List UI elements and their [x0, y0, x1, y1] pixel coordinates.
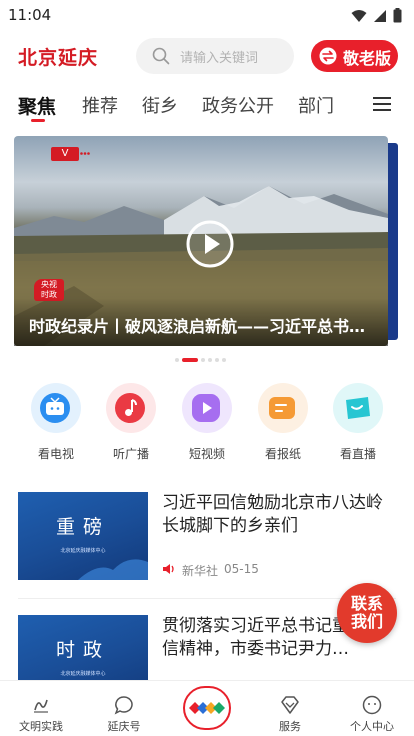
- category-tabs: 聚焦 推荐 街乡 政务公开 部门: [0, 86, 414, 126]
- news-thumbnail-title: 时政: [55, 639, 110, 661]
- pager-dot: [222, 358, 226, 362]
- quick-link-tv-label: 看电视: [37, 447, 74, 461]
- search-placeholder: 请输入关键词: [180, 51, 259, 66]
- diamond-service-icon: [281, 696, 299, 714]
- news-thumbnail-title: 重磅: [55, 516, 110, 538]
- pager-dot: [175, 358, 179, 362]
- speaker-icon[interactable]: [162, 563, 176, 575]
- active-tab-indicator: [31, 119, 45, 122]
- quick-link-newspaper[interactable]: 看报纸: [255, 383, 311, 463]
- tab-focus[interactable]: 聚焦: [18, 92, 56, 119]
- app-header: 北京延庆 请输入关键词 敬老版: [0, 36, 414, 76]
- user-center-icon: [362, 695, 382, 715]
- nav-yanqing-hao[interactable]: 延庆号: [89, 681, 159, 736]
- quick-link-tv[interactable]: 看电视: [28, 383, 84, 463]
- app-logo: 北京延庆: [18, 47, 99, 69]
- newspaper-icon: [269, 397, 295, 419]
- quick-link-short-video[interactable]: 短视频: [179, 383, 235, 463]
- signal-icon: [374, 9, 386, 22]
- quick-link-live-label: 看直播: [339, 447, 376, 461]
- badge-dots-icon: [80, 152, 90, 155]
- source-mark-badge: V: [51, 147, 79, 161]
- contact-us-line1: 联系: [350, 594, 383, 613]
- tab-government[interactable]: 政务公开: [202, 92, 274, 118]
- nav-yanqing-hao-label: 延庆号: [107, 720, 141, 733]
- pager-dot: [215, 358, 219, 362]
- menu-icon[interactable]: [373, 97, 391, 111]
- play-icon[interactable]: [185, 219, 235, 269]
- news-date: 05-15: [224, 562, 259, 576]
- status-icons: [351, 8, 402, 23]
- quick-link-radio-label: 听广播: [112, 447, 149, 461]
- quick-link-live[interactable]: 看直播: [330, 383, 386, 463]
- pager-dot: [201, 358, 205, 362]
- quick-link-short-video-label: 短视频: [188, 447, 225, 461]
- elder-mode-label: 敬老版: [343, 49, 392, 68]
- news-thumbnail-sub: 北京延庆融媒体中心: [60, 671, 106, 677]
- elder-mode-button[interactable]: 敬老版: [311, 40, 398, 72]
- nav-civilization-label: 文明实践: [19, 720, 63, 733]
- contact-us-button[interactable]: 联系 我们: [337, 583, 397, 643]
- contact-us-line2: 我们: [350, 612, 383, 631]
- swap-arrows-icon: [319, 47, 337, 65]
- pager-dot-active: [182, 358, 198, 362]
- tab-streets[interactable]: 街乡: [142, 92, 178, 118]
- nav-user-center-label: 个人中心: [350, 720, 394, 733]
- news-thumbnail[interactable]: 重磅 北京延庆融媒体中心: [18, 492, 148, 580]
- wifi-icon: [351, 9, 367, 22]
- quick-link-newspaper-label: 看报纸: [264, 447, 301, 461]
- search-bar[interactable]: 请输入关键词: [136, 38, 294, 74]
- tab-recommend[interactable]: 推荐: [82, 92, 118, 118]
- tab-departments[interactable]: 部门: [298, 92, 334, 118]
- quick-link-radio[interactable]: 听广播: [103, 383, 159, 463]
- radio-icon: [115, 393, 145, 423]
- chat-bubble-icon: [114, 696, 133, 715]
- nav-user-center[interactable]: 个人中心: [337, 681, 407, 736]
- nav-home[interactable]: [183, 686, 231, 730]
- status-bar: 11:04: [0, 0, 414, 32]
- search-icon: [152, 47, 170, 65]
- carousel-pager: [175, 358, 226, 362]
- banner-title[interactable]: 时政纪录片丨破风逐浪启新航——习近平总书记…: [29, 313, 369, 337]
- pager-dot: [208, 358, 212, 362]
- status-time: 11:04: [8, 6, 52, 24]
- news-title[interactable]: 习近平回信勉励北京市八达岭长城脚下的乡亲们: [162, 492, 392, 538]
- news-source: 新华社: [182, 564, 219, 578]
- civilization-icon: [34, 699, 48, 713]
- live-icon: [346, 397, 370, 419]
- tv-icon: [40, 393, 70, 423]
- battery-icon: [393, 8, 402, 23]
- nav-service-label: 服务: [279, 720, 301, 733]
- cctv-badge-line1: 央视: [41, 280, 57, 289]
- home-logo-icon: [189, 702, 225, 714]
- short-video-icon: [192, 394, 220, 422]
- wave-decoration-icon: [78, 559, 148, 580]
- nav-service[interactable]: 服务: [255, 681, 325, 736]
- nav-civilization[interactable]: 文明实践: [6, 681, 76, 736]
